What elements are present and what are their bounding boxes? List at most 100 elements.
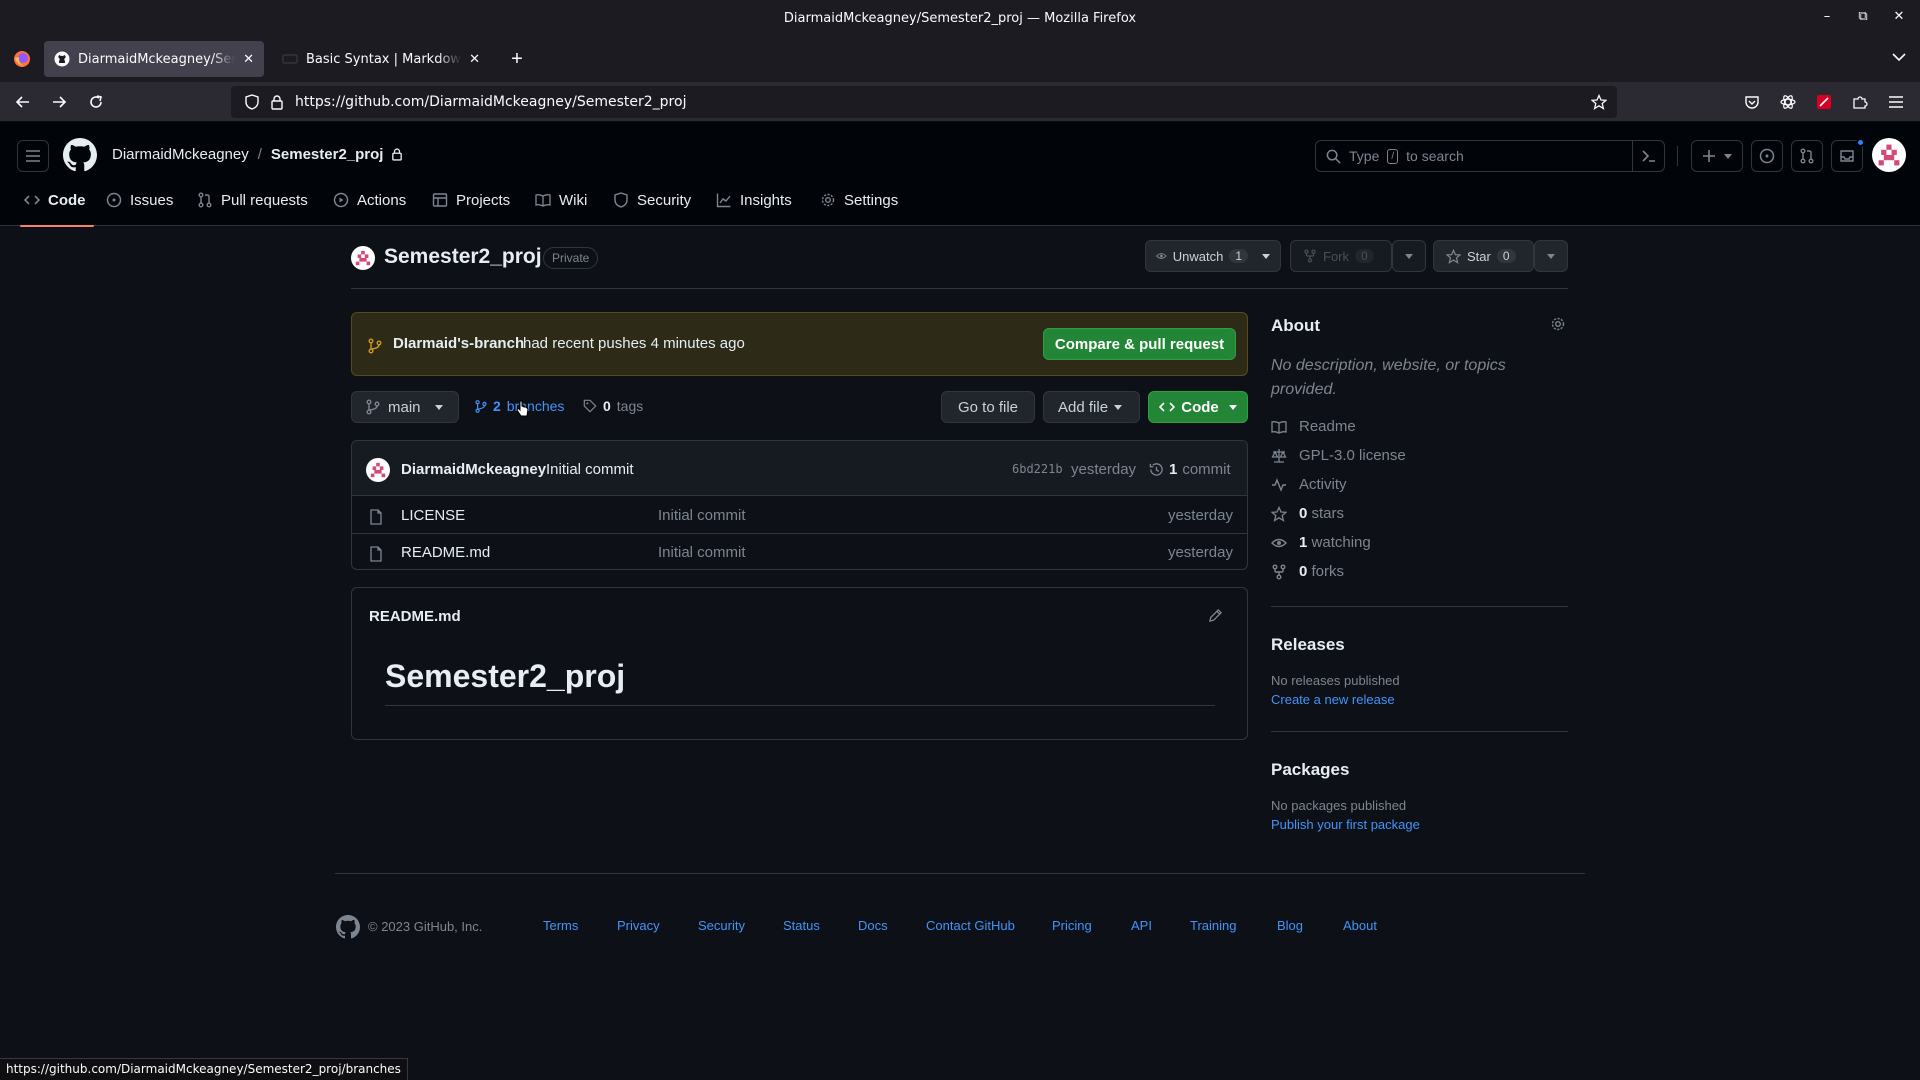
table-row[interactable]: LICENSE Initial commit yesterday [352,497,1247,534]
tab-projects[interactable]: Projects [432,192,510,226]
tab-issues[interactable]: Issues [106,192,173,226]
footer-link-contact[interactable]: Contact GitHub [926,918,1015,933]
footer-link-security[interactable]: Security [698,918,745,933]
footer-link-about[interactable]: About [1343,918,1377,933]
extensions-puzzle-icon[interactable] [1850,92,1870,112]
three-bars-icon [26,150,40,162]
tab-github-repo[interactable]: DiarmaidMckeagney/Semester2_proj ✕ [44,41,264,77]
reload-icon[interactable] [86,92,106,112]
about-settings-gear-icon[interactable] [1550,316,1566,332]
extension-atom-icon[interactable] [1778,92,1798,112]
stars-link[interactable]: 0 stars [1271,505,1344,522]
go-to-file-button[interactable]: Go to file [941,391,1035,423]
tab-markdown-guide[interactable]: Basic Syntax | Markdown Guide ✕ [272,41,490,77]
close-tab-icon[interactable]: ✕ [243,52,254,67]
activity-link[interactable]: Activity [1271,476,1347,493]
footer-link-docs[interactable]: Docs [858,918,888,933]
footer-link-api[interactable]: API [1131,918,1152,933]
chevron-down-icon [1262,253,1270,259]
footer-link-privacy[interactable]: Privacy [617,918,660,933]
table-row[interactable]: README.md Initial commit yesterday [352,534,1247,569]
readme-filename[interactable]: README.md [369,608,461,625]
tab-label: Actions [357,192,407,209]
footer-link-pricing[interactable]: Pricing [1052,918,1092,933]
file-name[interactable]: LICENSE [401,507,465,524]
star-dropdown-button[interactable] [1534,240,1568,272]
firefox-icon[interactable] [12,49,32,69]
github-header: DiarmaidMckeagney / Semester2_proj Type … [0,122,1920,227]
breadcrumb-repo[interactable]: Semester2_proj [271,146,384,163]
issues-button[interactable] [1751,140,1783,172]
tab-insights[interactable]: Insights [716,192,792,226]
repo-owner-avatar[interactable] [351,246,375,270]
bookmark-star-icon[interactable] [1591,94,1607,110]
footer-link-blog[interactable]: Blog [1277,918,1303,933]
repo-name[interactable]: Semester2_proj [384,245,542,269]
close-window-icon[interactable]: ✕ [1892,9,1906,24]
commit-author[interactable]: DiarmaidMckeagney [401,461,546,478]
commit-sha[interactable]: 6bd221b [1012,462,1063,476]
watching-link[interactable]: 1 watching [1271,534,1371,551]
lock-icon[interactable] [271,94,283,110]
tab-wiki[interactable]: Wiki [535,192,587,226]
branch-selector-button[interactable]: main [351,391,459,423]
commit-message[interactable]: Initial commit [546,461,634,478]
close-tab-icon[interactable]: ✕ [469,52,480,67]
fork-dropdown-button[interactable] [1392,240,1426,272]
hamburger-menu-icon[interactable] [1886,92,1906,112]
tab-actions[interactable]: Actions [333,192,406,226]
footer-link-status[interactable]: Status [783,918,820,933]
code-button[interactable]: Code [1148,391,1248,423]
file-commit-message[interactable]: Initial commit [658,544,746,561]
create-new-button[interactable] [1691,140,1743,172]
banner-branch-name[interactable]: DIarmaid's-branch [393,335,524,352]
file-commit-message[interactable]: Initial commit [658,507,746,524]
star-button[interactable]: Star 0 [1433,240,1534,272]
extension-red-icon[interactable] [1814,92,1834,112]
fork-button[interactable]: Fork 0 [1290,240,1392,272]
tracking-shield-icon[interactable] [245,94,259,110]
file-name[interactable]: README.md [401,544,490,561]
new-tab-icon[interactable]: + [506,48,528,70]
tags-link[interactable]: 0 tags [583,398,643,414]
license-link[interactable]: GPL-3.0 license [1271,447,1406,464]
tab-settings[interactable]: Settings [820,192,898,226]
search-input[interactable]: Type / to search [1315,140,1665,172]
back-icon[interactable] [13,92,33,112]
forks-link[interactable]: 0 forks [1271,563,1344,580]
restore-icon[interactable]: ⧉ [1856,9,1870,24]
create-release-link[interactable]: Create a new release [1271,692,1395,707]
releases-title[interactable]: Releases [1271,635,1345,655]
minimize-icon[interactable]: – [1820,9,1834,24]
notifications-button[interactable] [1831,138,1865,172]
command-palette-icon[interactable] [1632,140,1664,172]
footer-link-training[interactable]: Training [1190,918,1236,933]
compare-pull-request-button[interactable]: Compare & pull request [1043,328,1236,360]
tab-label: Projects [456,192,511,209]
footer-link-terms[interactable]: Terms [543,918,578,933]
publish-package-link[interactable]: Publish your first package [1271,817,1420,832]
global-menu-button[interactable] [17,140,49,172]
add-file-button[interactable]: Add file [1043,391,1140,423]
commit-author-avatar[interactable] [366,458,390,482]
breadcrumb-owner[interactable]: DiarmaidMckeagney [112,146,249,163]
pull-requests-button[interactable] [1791,140,1823,172]
tab-code[interactable]: Code [20,192,93,227]
tab-security[interactable]: Security [613,192,691,226]
readme-link[interactable]: Readme [1271,418,1356,435]
footer-copyright: © 2023 GitHub, Inc. [368,919,483,934]
forward-icon[interactable] [49,92,69,112]
address-bar[interactable]: https://github.com/DiarmaidMckeagney/Sem… [231,86,1617,118]
avatar[interactable] [1872,138,1906,172]
github-logo-icon[interactable] [63,138,97,172]
pencil-icon[interactable] [1208,608,1223,623]
watching-label: watching [1311,534,1371,551]
tab-label: Issues [130,192,174,209]
list-all-tabs-icon[interactable] [1892,52,1906,62]
pocket-icon[interactable] [1742,92,1762,112]
packages-title[interactable]: Packages [1271,760,1349,780]
tab-pull-requests[interactable]: Pull requests [197,192,308,226]
github-footer-logo-icon[interactable] [336,915,360,939]
unwatch-button[interactable]: Unwatch 1 [1145,240,1281,272]
commits-link[interactable]: 1 commit [1149,461,1231,478]
